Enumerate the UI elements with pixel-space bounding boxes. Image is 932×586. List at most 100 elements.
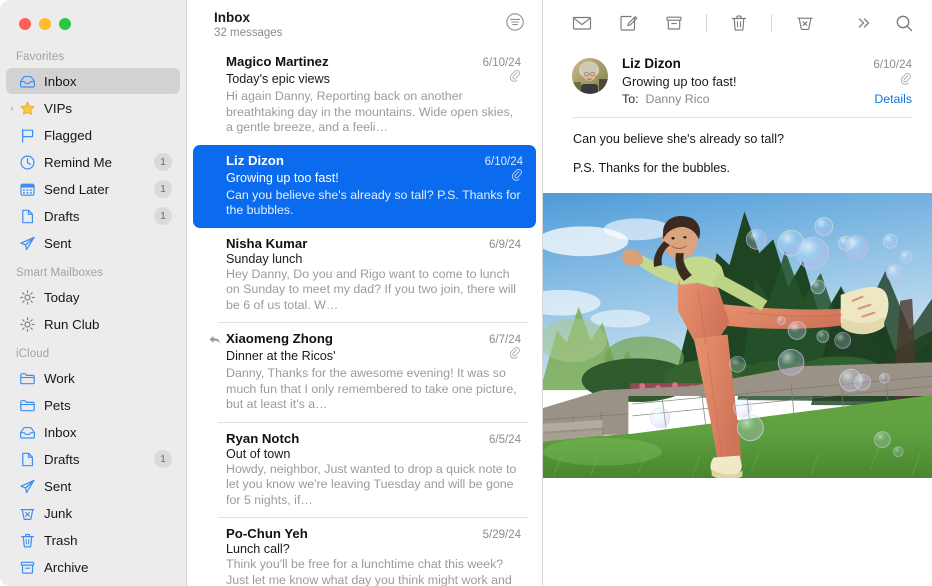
replied-arrow-icon [208,333,221,346]
sidebar-item-archive[interactable]: Archive [6,554,180,580]
chevron-right-icon[interactable]: › [7,103,17,113]
document-icon [18,207,36,225]
message-sender: Nisha Kumar [226,236,307,251]
message-date: 6/9/24 [481,239,521,251]
unread-badge: 1 [154,153,172,171]
gear-icon [18,288,36,306]
junk-bin-icon [18,504,36,522]
sidebar-item-sent[interactable]: Sent [6,230,180,256]
sidebar-item-vips[interactable]: › VIPs [6,95,180,121]
message-list-item[interactable]: Xiaomeng Zhong 6/7/24 Dinner at the Ricos'… [195,323,534,422]
sidebar-item-label: Trash [44,533,78,548]
message-preview: Hi again Danny, Reporting back on anothe… [226,89,521,136]
sidebar-item-drafts[interactable]: Drafts1 [6,203,180,229]
sidebar-item-run-club[interactable]: Run Club [6,311,180,337]
details-link[interactable]: Details [874,92,912,106]
zoom-window-button[interactable] [59,18,71,30]
message-list-item[interactable]: Ryan Notch6/5/24Out of townHowdy, neighb… [195,423,534,518]
attachment-clip-icon [510,347,521,365]
message-subject: Sunday lunch [226,252,302,266]
sidebar-item-label: Send Later [44,182,109,197]
message-meta: Liz Dizon 6/10/24 Growing up too fast! T… [622,56,912,106]
document-icon [18,450,36,468]
sidebar: FavoritesInbox›VIPsFlaggedRemind Me1Send… [0,0,186,586]
message-date: 6/7/24 [481,334,521,346]
sidebar-item-label: Work [44,371,75,386]
message-count: 32 messages [214,26,282,41]
message-sender: Xiaomeng Zhong [226,331,333,346]
message-preview: Hey Danny, Do you and Rigo want to come … [226,267,521,314]
unread-badge: 1 [154,180,172,198]
message-date: 6/5/24 [481,434,521,446]
message-subject: Lunch call? [226,542,290,556]
star-icon [18,99,36,117]
message-list-item[interactable]: Liz Dizon6/10/24Growing up too fast!Can … [193,145,536,228]
sender-name: Liz Dizon [622,56,681,71]
paper-plane-icon [18,477,36,495]
sidebar-item-trash[interactable]: Trash [6,527,180,553]
message-sender: Magico Martinez [226,54,329,69]
folder-icon [18,369,36,387]
sidebar-item-label: Inbox [44,74,77,89]
inbox-tray-icon [18,72,36,90]
more-button[interactable] [851,10,878,36]
archive-button[interactable] [660,10,687,36]
sidebar-item-label: Junk [44,506,72,521]
flag-icon [18,126,36,144]
sidebar-item-inbox[interactable]: Inbox [6,419,180,445]
sidebar-item-send-later[interactable]: Send Later 1 [6,176,180,202]
message-preview: Can you believe she's already so tall? P… [226,188,523,219]
message-sender: Po-Chun Yeh [226,526,308,541]
delete-button[interactable] [726,10,753,36]
message-list-pane: Inbox 32 messages Magico Martinez 6/10/24… [186,0,543,586]
sidebar-item-label: VIPs [44,101,72,116]
message-sender: Ryan Notch [226,431,299,446]
sidebar-item-today[interactable]: Today [6,284,180,310]
sidebar-item-label: Drafts [44,209,79,224]
sidebar-item-label: Run Club [44,317,99,332]
message-body: Can you believe she's already so tall?P.… [543,118,932,177]
message-date: 5/29/24 [475,529,521,541]
sidebar-item-flagged[interactable]: Flagged [6,122,180,148]
sidebar-item-work[interactable]: Work [6,365,180,391]
message-preview: Danny, Thanks for the awesome evening! I… [226,366,521,413]
minimize-window-button[interactable] [39,18,51,30]
sidebar-item-sent[interactable]: Sent [6,473,180,499]
sidebar-item-junk[interactable]: Junk [6,500,180,526]
window-controls [0,0,186,46]
message-list-item[interactable]: Magico Martinez 6/10/24 Today's epic views… [195,46,534,145]
message-subject: Dinner at the Ricos' [226,349,336,363]
compose-button[interactable] [615,10,642,36]
attachment-clip-icon [510,70,521,88]
close-window-button[interactable] [19,18,31,30]
message-subject: Growing up too fast! [226,171,339,185]
message-date: 6/10/24 [475,57,521,69]
sidebar-item-label: Today [44,290,79,305]
sidebar-item-remind-me[interactable]: Remind Me1 [6,149,180,175]
message-subject: Today's epic views [226,72,330,86]
message-list-item[interactable]: Nisha Kumar 6/9/24 Sunday lunchHey Danny, … [195,228,534,323]
filter-circle-icon[interactable] [504,11,526,33]
to-recipient: Danny Rico [646,92,710,106]
sidebar-item-pets[interactable]: Pets [6,392,180,418]
message-photo-attachment[interactable] [543,193,932,478]
reading-pane: Liz Dizon 6/10/24 Growing up too fast! T… [543,0,932,586]
message-date: 6/10/24 [477,156,523,168]
to-label: To: [622,92,639,106]
message-preview: Howdy, neighbor, Just wanted to drop a q… [226,462,521,509]
sidebar-item-drafts[interactable]: Drafts 1 [6,446,180,472]
mark-unread-button[interactable] [569,10,596,36]
body-paragraph: Can you believe she's already so tall? [573,131,908,148]
search-button[interactable] [891,10,918,36]
mailbox-title: Inbox [214,10,282,26]
message-preview: Think you'll be free for a lunchtime cha… [226,557,521,586]
trash-icon [18,531,36,549]
unread-badge: 1 [154,450,172,468]
message-list-item[interactable]: Po-Chun Yeh 5/29/24 Lunch call?Think you'l… [195,518,534,586]
sidebar-item-label: Archive [44,560,88,575]
attachment-clip-icon [901,73,912,91]
sidebar-item-label: Pets [44,398,71,413]
junk-button[interactable] [791,10,818,36]
sidebar-item-inbox[interactable]: Inbox [6,68,180,94]
sidebar-item-label: Drafts [44,452,79,467]
